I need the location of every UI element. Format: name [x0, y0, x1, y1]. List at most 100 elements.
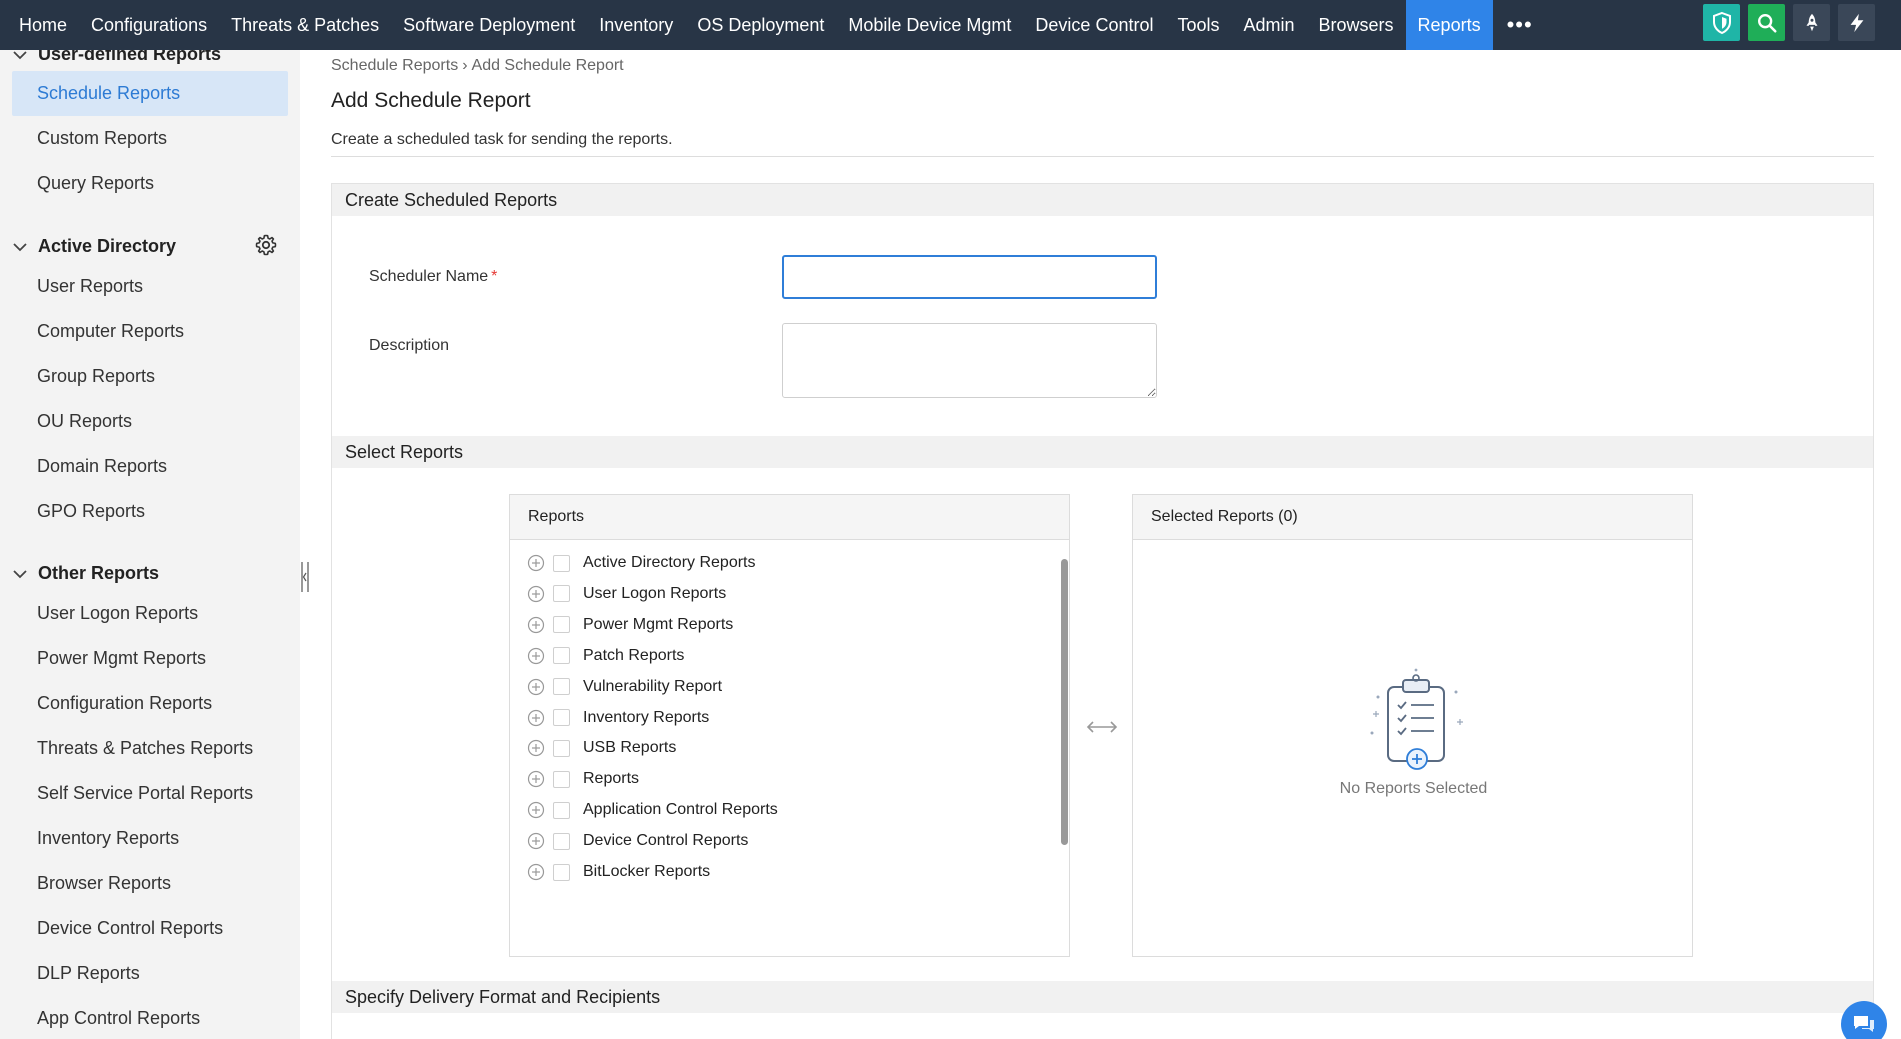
report-tree-row[interactable]: Active Directory Reports: [527, 548, 756, 578]
gear-icon[interactable]: [254, 233, 278, 257]
nav-software-deployment[interactable]: Software Deployment: [391, 0, 587, 50]
report-tree-row[interactable]: Device Control Reports: [527, 826, 748, 856]
nav-browsers[interactable]: Browsers: [1307, 0, 1406, 50]
nav-menu: Home Configurations Threats & Patches So…: [0, 0, 1547, 50]
report-tree-row[interactable]: Application Control Reports: [527, 795, 778, 825]
expand-plus-icon[interactable]: [527, 554, 545, 572]
report-tree-label: Patch Reports: [583, 646, 685, 664]
sidebar-item-computer-reports[interactable]: Computer Reports: [12, 309, 288, 354]
nav-more-button[interactable]: •••: [1493, 0, 1547, 50]
sidebar-item-ou-reports[interactable]: OU Reports: [12, 399, 288, 444]
sidebar-item-user-reports[interactable]: User Reports: [12, 264, 288, 309]
nav-mobile-device-mgmt[interactable]: Mobile Device Mgmt: [836, 0, 1023, 50]
report-tree-row[interactable]: Vulnerability Report: [527, 672, 722, 702]
reports-scrollbar[interactable]: [1061, 559, 1068, 845]
report-checkbox[interactable]: [553, 554, 570, 572]
sidebar-item-power-mgmt-reports[interactable]: Power Mgmt Reports: [12, 636, 288, 681]
sidebar-section-title: User-defined Reports: [38, 50, 222, 64]
report-checkbox[interactable]: [553, 678, 570, 696]
sidebar-section-active-directory[interactable]: Active Directory: [12, 236, 176, 257]
expand-plus-icon[interactable]: [527, 647, 545, 665]
sidebar-item-app-control-reports[interactable]: App Control Reports: [12, 996, 288, 1039]
breadcrumb: Schedule Reports › Add Schedule Report: [331, 57, 624, 75]
sidebar-item-self-service-portal-reports[interactable]: Self Service Portal Reports: [12, 771, 288, 816]
page-title: Add Schedule Report: [331, 89, 531, 112]
expand-plus-icon[interactable]: [527, 739, 545, 757]
bolt-icon[interactable]: [1838, 4, 1875, 41]
report-checkbox[interactable]: [553, 616, 570, 634]
report-checkbox[interactable]: [553, 863, 570, 881]
report-tree-row[interactable]: Inventory Reports: [527, 703, 709, 733]
report-tree-row[interactable]: Reports: [527, 764, 639, 794]
sidebar-item-domain-reports[interactable]: Domain Reports: [12, 444, 288, 489]
search-icon[interactable]: [1748, 4, 1785, 41]
rocket-icon[interactable]: [1793, 4, 1830, 41]
report-tree-row[interactable]: User Logon Reports: [527, 579, 726, 609]
expand-plus-icon[interactable]: [527, 770, 545, 788]
scheduler-name-input[interactable]: [782, 255, 1157, 299]
nav-device-control[interactable]: Device Control: [1023, 0, 1165, 50]
expand-plus-icon[interactable]: [527, 863, 545, 881]
sidebar-item-query-reports[interactable]: Query Reports: [12, 161, 288, 206]
nav-home[interactable]: Home: [7, 0, 79, 50]
nav-configurations[interactable]: Configurations: [79, 0, 219, 50]
report-tree-label: Application Control Reports: [583, 801, 778, 819]
shield-icon[interactable]: [1703, 4, 1740, 41]
sidebar: User-defined Reports Schedule Reports Cu…: [0, 50, 300, 1039]
clipboard-checklist-icon: [1370, 668, 1463, 770]
report-tree-label: Active Directory Reports: [583, 554, 756, 571]
nav-threats-patches[interactable]: Threats & Patches: [219, 0, 391, 50]
description-label: Description: [369, 337, 450, 354]
sidebar-item-dlp-reports[interactable]: DLP Reports: [12, 951, 288, 996]
report-checkbox[interactable]: [553, 770, 570, 788]
report-checkbox[interactable]: [553, 801, 570, 819]
report-checkbox[interactable]: [553, 585, 570, 603]
description-textarea[interactable]: [782, 323, 1157, 398]
report-tree-label: Power Mgmt Reports: [583, 615, 734, 633]
sidebar-item-device-control-reports[interactable]: Device Control Reports: [12, 906, 288, 951]
chat-icon[interactable]: [1841, 1001, 1887, 1039]
sidebar-section-other-reports[interactable]: Other Reports: [12, 563, 159, 584]
top-nav-bar: Home Configurations Threats & Patches So…: [0, 0, 1901, 50]
expand-plus-icon[interactable]: [527, 801, 545, 819]
section-delivery-format: Specify Delivery Format and Recipients: [332, 981, 1873, 1013]
expand-plus-icon[interactable]: [527, 585, 545, 603]
section-create-scheduled-reports: Create Scheduled Reports: [332, 184, 1873, 216]
expand-plus-icon[interactable]: [527, 678, 545, 696]
report-tree-row[interactable]: USB Reports: [527, 733, 676, 763]
sidebar-item-gpo-reports[interactable]: GPO Reports: [12, 489, 288, 534]
expand-plus-icon[interactable]: [527, 832, 545, 850]
schedule-form-panel: Create Scheduled Reports Scheduler Name *…: [331, 183, 1874, 1039]
sidebar-item-group-reports[interactable]: Group Reports: [12, 354, 288, 399]
nav-os-deployment[interactable]: OS Deployment: [685, 0, 836, 50]
sidebar-item-custom-reports[interactable]: Custom Reports: [12, 116, 288, 161]
report-tree-row[interactable]: Patch Reports: [527, 641, 684, 671]
expand-plus-icon[interactable]: [527, 616, 545, 634]
report-tree-row[interactable]: Power Mgmt Reports: [527, 610, 733, 640]
breadcrumb-schedule-reports[interactable]: Schedule Reports: [331, 57, 458, 75]
nav-tools[interactable]: Tools: [1165, 0, 1231, 50]
sidebar-resize-handle[interactable]: [300, 562, 310, 592]
sidebar-item-browser-reports[interactable]: Browser Reports: [12, 861, 288, 906]
sidebar-section-user-defined[interactable]: User-defined Reports: [12, 50, 221, 65]
report-checkbox[interactable]: [553, 647, 570, 665]
sidebar-item-configuration-reports[interactable]: Configuration Reports: [12, 681, 288, 726]
required-asterisk: *: [491, 268, 498, 285]
sidebar-item-inventory-reports[interactable]: Inventory Reports: [12, 816, 288, 861]
report-checkbox[interactable]: [553, 709, 570, 726]
nav-reports[interactable]: Reports: [1405, 0, 1493, 50]
sidebar-item-threats-patches-reports[interactable]: Threats & Patches Reports: [12, 726, 288, 771]
selected-reports-header: Selected Reports (0): [1133, 495, 1692, 540]
chevron-down-icon: [13, 242, 27, 251]
sidebar-section-title: Other Reports: [38, 563, 160, 583]
report-checkbox[interactable]: [553, 739, 570, 757]
chevron-down-icon: [13, 50, 27, 59]
report-checkbox[interactable]: [553, 832, 570, 850]
nav-inventory[interactable]: Inventory: [587, 0, 685, 50]
nav-admin[interactable]: Admin: [1232, 0, 1307, 50]
sidebar-item-user-logon-reports[interactable]: User Logon Reports: [12, 591, 288, 636]
report-tree-row[interactable]: BitLocker Reports: [527, 857, 710, 887]
expand-plus-icon[interactable]: [527, 709, 545, 727]
transfer-arrows-icon[interactable]: [1085, 719, 1119, 735]
sidebar-item-schedule-reports[interactable]: Schedule Reports: [12, 71, 288, 116]
